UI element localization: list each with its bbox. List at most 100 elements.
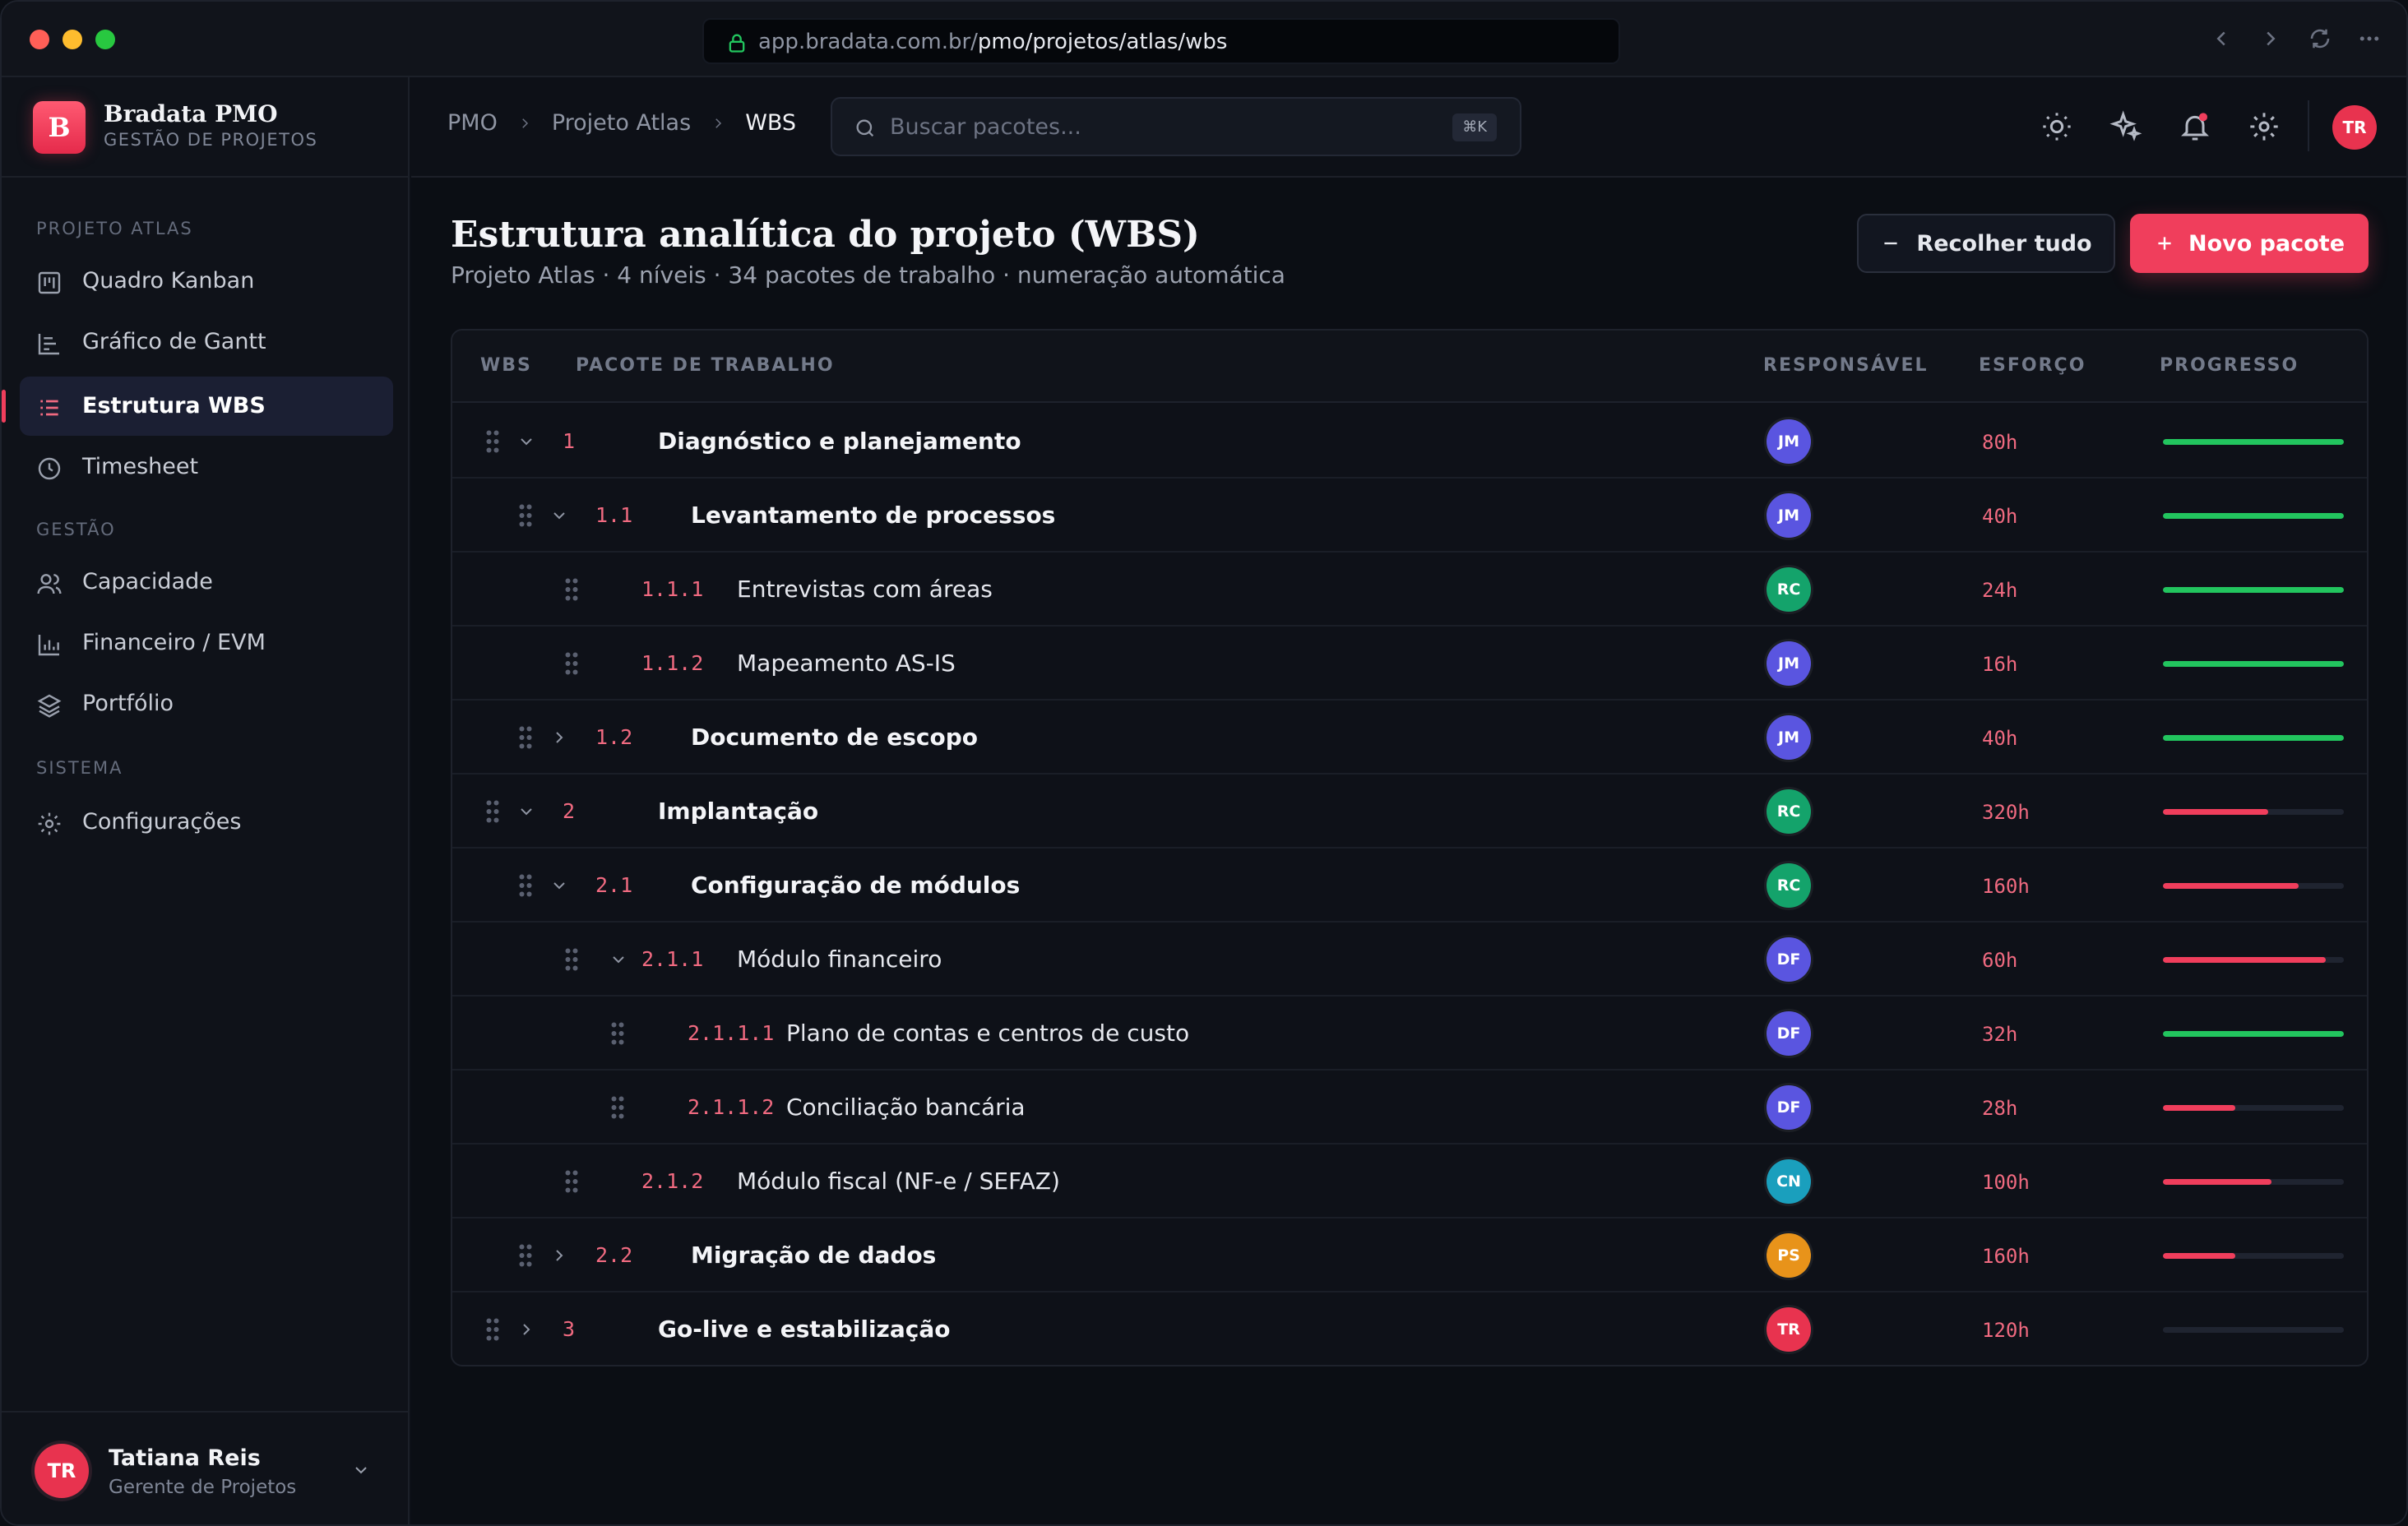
back-icon[interactable] [2209, 25, 2234, 53]
drag-handle-icon[interactable] [485, 429, 500, 454]
sidebar-item-kanban[interactable]: Quadro Kanban [20, 252, 393, 311]
table-row[interactable]: 2.1.1 Módulo financeiro DF 60h [452, 923, 2367, 997]
table-row[interactable]: 1.1.2 Mapeamento AS-IS JM 16h [452, 627, 2367, 701]
minimize-window-button[interactable] [63, 30, 82, 49]
drag-handle-icon[interactable] [564, 577, 579, 602]
wbs-code: 1.1.2 [641, 651, 704, 675]
package-name[interactable]: Go-live e estabilização [658, 1316, 950, 1343]
table-row[interactable]: 2.1.1.2 Conciliação bancária DF 28h [452, 1071, 2367, 1144]
avatar[interactable]: DF [1767, 1085, 1811, 1130]
package-name[interactable]: Levantamento de processos [691, 502, 1055, 529]
search-input[interactable] [890, 110, 1400, 143]
drag-handle-icon[interactable] [485, 1317, 500, 1342]
sidebar-item-gantt[interactable]: Gráfico de Gantt [20, 312, 393, 372]
drag-handle-icon[interactable] [518, 873, 533, 898]
table-row[interactable]: 1.2 Documento de escopo JM 40h [452, 701, 2367, 775]
chevron-right-icon[interactable] [549, 1246, 569, 1265]
column-header-wbs[interactable]: WBS [480, 355, 532, 376]
sidebar-item-configuracoes[interactable]: Configurações [20, 793, 393, 852]
sidebar-item-financeiro[interactable]: Financeiro / EVM [20, 613, 393, 673]
avatar[interactable]: DF [1767, 937, 1811, 982]
drag-handle-icon[interactable] [564, 947, 579, 972]
breadcrumb-item-pmo[interactable]: PMO [447, 110, 498, 136]
progress-fill [2163, 439, 2344, 445]
avatar[interactable]: JM [1767, 419, 1811, 464]
chevron-right-icon[interactable] [549, 728, 569, 747]
breadcrumb-item-projeto[interactable]: Projeto Atlas [552, 110, 691, 136]
avatar[interactable]: RC [1767, 789, 1811, 834]
more-icon[interactable] [2357, 25, 2382, 53]
reload-icon[interactable] [2308, 25, 2332, 53]
package-name[interactable]: Implantação [658, 798, 818, 825]
column-header-owner[interactable]: RESPONSÁVEL [1763, 355, 1929, 376]
avatar[interactable]: TR [2332, 105, 2377, 150]
avatar[interactable]: JM [1767, 715, 1811, 760]
avatar[interactable]: JM [1767, 641, 1811, 686]
search-box[interactable]: ⌘K [831, 97, 1521, 156]
table-row[interactable]: 1.1.1 Entrevistas com áreas RC 24h [452, 553, 2367, 627]
package-name[interactable]: Configuração de módulos [691, 872, 1020, 899]
drag-handle-icon[interactable] [610, 1095, 625, 1120]
wbs-code: 1.1 [595, 503, 633, 527]
table-row[interactable]: 3 Go-live e estabilização TR 120h [452, 1292, 2367, 1365]
collapse-all-button[interactable]: Recolher tudo [1857, 214, 2115, 273]
package-name[interactable]: Mapeamento AS-IS [737, 650, 956, 677]
brand-logo[interactable]: B [33, 101, 86, 154]
chevron-down-icon[interactable] [609, 950, 628, 969]
maximize-window-button[interactable] [95, 30, 115, 49]
package-name[interactable]: Entrevistas com áreas [737, 576, 993, 603]
avatar[interactable]: DF [1767, 1011, 1811, 1056]
chevron-down-icon[interactable] [549, 876, 569, 895]
table-row[interactable]: 2 Implantação RC 320h [452, 775, 2367, 849]
progress-bar [2163, 1105, 2344, 1111]
table-row[interactable]: 2.1 Configuração de módulos RC 160h [452, 849, 2367, 923]
package-name[interactable]: Documento de escopo [691, 724, 978, 751]
column-header-effort[interactable]: ESFORÇO [1979, 355, 2086, 376]
table-row[interactable]: 2.2 Migração de dados PS 160h [452, 1218, 2367, 1292]
table-row[interactable]: 2.1.1.1 Plano de contas e centros de cust… [452, 997, 2367, 1071]
table-row[interactable]: 1 Diagnóstico e planejamento JM 80h [452, 405, 2367, 479]
sun-icon[interactable] [2040, 110, 2073, 143]
sidebar-item-wbs[interactable]: Estrutura WBS [2, 377, 393, 436]
chevron-down-icon[interactable] [349, 1460, 373, 1480]
column-header-progress[interactable]: PROGRESSO [2160, 355, 2299, 376]
drag-handle-icon[interactable] [610, 1021, 625, 1046]
chevron-down-icon[interactable] [516, 432, 536, 451]
chevron-down-icon[interactable] [516, 802, 536, 821]
package-name[interactable]: Módulo financeiro [737, 946, 942, 973]
user-menu[interactable]: TR Tatiana Reis Gerente de Projetos [2, 1411, 408, 1524]
gear-icon[interactable] [2248, 110, 2281, 143]
bell-icon[interactable] [2179, 110, 2211, 143]
avatar[interactable]: PS [1767, 1233, 1811, 1278]
table-row[interactable]: 2.1.2 Módulo fiscal (NF-e / SEFAZ) CN 100h [452, 1144, 2367, 1218]
package-name[interactable]: Migração de dados [691, 1242, 936, 1269]
package-name[interactable]: Conciliação bancária [786, 1094, 1026, 1121]
collapse-all-label: Recolher tudo [1916, 230, 2092, 257]
avatar[interactable]: TR [1767, 1307, 1811, 1352]
forward-icon[interactable] [2258, 25, 2283, 53]
avatar[interactable]: JM [1767, 493, 1811, 538]
package-name[interactable]: Diagnóstico e planejamento [658, 428, 1021, 455]
column-header-package[interactable]: PACOTE DE TRABALHO [576, 355, 835, 376]
package-name[interactable]: Módulo fiscal (NF-e / SEFAZ) [737, 1168, 1060, 1195]
table-row[interactable]: 1.1 Levantamento de processos JM 40h [452, 479, 2367, 553]
drag-handle-icon[interactable] [518, 725, 533, 750]
new-package-button[interactable]: Novo pacote [2130, 214, 2369, 273]
chevron-right-icon[interactable] [516, 1320, 536, 1339]
avatar[interactable]: CN [1767, 1159, 1811, 1204]
avatar[interactable]: RC [1767, 567, 1811, 612]
chevron-down-icon[interactable] [549, 506, 569, 525]
sparkles-icon[interactable] [2109, 110, 2142, 143]
address-bar[interactable]: app.bradata.com.br/pmo/projetos/atlas/wb… [702, 18, 1620, 64]
sidebar-item-capacidade[interactable]: Capacidade [20, 553, 393, 612]
drag-handle-icon[interactable] [564, 651, 579, 676]
sidebar-item-portfolio[interactable]: Portfólio [20, 674, 393, 733]
sidebar-item-timesheet[interactable]: Timesheet [20, 437, 393, 497]
drag-handle-icon[interactable] [518, 503, 533, 528]
avatar[interactable]: RC [1767, 863, 1811, 908]
close-window-button[interactable] [30, 30, 49, 49]
drag-handle-icon[interactable] [518, 1243, 533, 1268]
drag-handle-icon[interactable] [564, 1169, 579, 1194]
package-name[interactable]: Plano de contas e centros de custo [786, 1020, 1189, 1047]
drag-handle-icon[interactable] [485, 799, 500, 824]
